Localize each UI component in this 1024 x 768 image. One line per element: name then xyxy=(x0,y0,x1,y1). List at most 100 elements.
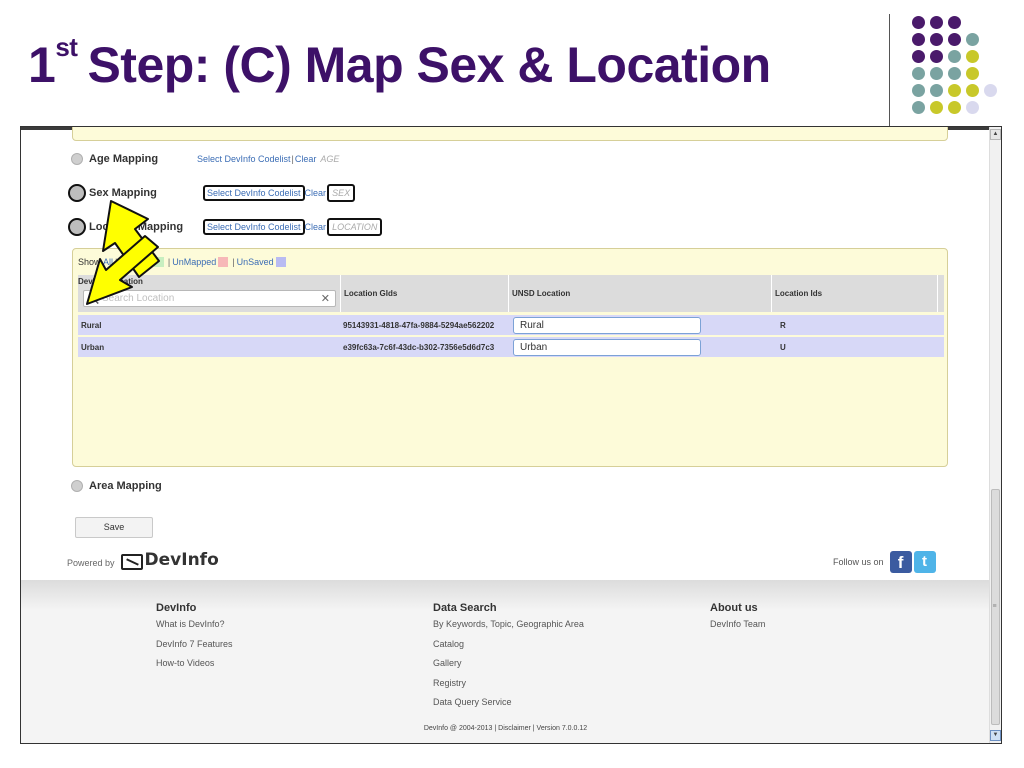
table-row: Urban e39fc63a-7c6f-43dc-b302-7356e5d6d7… xyxy=(78,337,944,357)
sex-clear-link[interactable]: Clear xyxy=(305,188,327,198)
footer-link[interactable]: Catalog xyxy=(433,639,584,659)
save-button[interactable]: Save xyxy=(75,517,153,538)
footer-column-data-search: Data Search By Keywords, Topic, Geograph… xyxy=(433,602,584,717)
browser-window: Age Mapping Select DevInfo Codelist | Cl… xyxy=(20,126,1002,744)
footer-link[interactable]: DevInfo 7 Features xyxy=(156,639,233,659)
filter-unsaved-link[interactable]: UnSaved xyxy=(237,257,274,267)
scroll-up-icon[interactable]: ▲ xyxy=(990,129,1001,140)
column-header-location-ids: Location Ids xyxy=(771,275,939,312)
mapped-swatch xyxy=(153,257,164,267)
twitter-icon[interactable]: t xyxy=(913,551,936,573)
footer-link[interactable]: Data Query Service xyxy=(433,697,584,717)
area-mapping-row: Area Mapping xyxy=(71,477,189,495)
location-code: LOCATION xyxy=(327,218,383,236)
age-clear-link[interactable]: Clear xyxy=(295,154,317,164)
decorative-dot xyxy=(912,101,925,114)
footer-link[interactable]: Registry xyxy=(433,678,584,698)
unmapped-swatch xyxy=(218,257,229,267)
location-mapping-panel: Show All | Mapped | UnMapped | UnSaved D… xyxy=(72,248,948,467)
title-superscript: st xyxy=(55,32,78,62)
decorative-dot xyxy=(966,84,979,97)
copyright-text: DevInfo @ 2004-2013 | Disclaimer | Versi… xyxy=(423,725,588,732)
footer-column-about: About us DevInfo Team xyxy=(710,602,765,639)
column-header-unsd-location: UNSD Location xyxy=(508,275,771,312)
facebook-icon[interactable]: f xyxy=(889,551,912,573)
footer-link[interactable]: By Keywords, Topic, Geographic Area xyxy=(433,619,584,639)
column-header-label: DevInfo Location xyxy=(78,277,143,286)
search-icon: 🔍 xyxy=(88,294,100,304)
footer-link[interactable]: What is DevInfo? xyxy=(156,619,233,639)
filter-unmapped-link[interactable]: UnMapped xyxy=(172,257,216,267)
decorative-dot xyxy=(930,33,943,46)
table-header: DevInfo Location 🔍 Search Location ✕ Loc… xyxy=(78,275,944,312)
sex-code: SEX xyxy=(327,184,356,202)
footer-link[interactable]: DevInfo Team xyxy=(710,619,765,639)
sex-select-codelist-link[interactable]: Select DevInfo Codelist xyxy=(203,185,305,201)
decorative-dot xyxy=(930,67,943,80)
location-mapping-radio[interactable] xyxy=(68,218,86,236)
decorative-dot xyxy=(930,101,943,114)
decorative-dot xyxy=(948,16,961,29)
search-placeholder: Search Location xyxy=(102,293,175,304)
devinfo-logo[interactable]: DevInfo xyxy=(145,550,219,570)
decorative-dot xyxy=(948,67,961,80)
powered-by-text: Powered by xyxy=(67,558,115,568)
table-row: Rural 95143931-4818-47fa-9884-5294ae5622… xyxy=(78,315,944,335)
vertical-scrollbar[interactable]: ▲ ≡ ▼ xyxy=(989,127,1001,743)
unsd-location-input[interactable]: Urban xyxy=(513,339,701,356)
age-mapping-label: Age Mapping xyxy=(89,153,159,165)
decorative-dot xyxy=(930,84,943,97)
previous-panel-edge xyxy=(72,127,948,141)
powered-by: Powered by DevInfo xyxy=(67,550,219,570)
age-mapping-radio[interactable] xyxy=(71,153,83,165)
footer-link[interactable]: How-to Videos xyxy=(156,658,233,678)
site-footer: DevInfo What is DevInfo? DevInfo 7 Featu… xyxy=(21,580,990,743)
filter-all-link[interactable]: All xyxy=(103,257,113,267)
slide-title: 1st Step: (C) Map Sex & Location xyxy=(28,32,771,94)
separator: | xyxy=(115,257,118,267)
sex-mapping-row: Sex Mapping Select DevInfo Codelist Clea… xyxy=(68,184,356,202)
decorative-dot xyxy=(948,101,961,114)
decorative-dot xyxy=(912,67,925,80)
title-divider xyxy=(889,14,890,126)
decorative-dot xyxy=(966,67,979,80)
decorative-dot xyxy=(984,84,997,97)
unsd-location-input[interactable]: Rural xyxy=(513,317,701,334)
separator: | xyxy=(167,257,171,267)
decorative-dot xyxy=(930,50,943,63)
scroll-down-icon[interactable]: ▼ xyxy=(990,730,1001,741)
devinfo-location-cell: Rural xyxy=(81,321,102,330)
area-mapping-label: Area Mapping xyxy=(89,480,162,492)
footer-heading: DevInfo xyxy=(156,602,197,614)
location-mapping-row: Location Mapping Select DevInfo Codelist… xyxy=(68,218,383,236)
search-location-input[interactable]: 🔍 Search Location ✕ xyxy=(83,290,336,307)
sex-mapping-label: Sex Mapping xyxy=(89,187,157,199)
decorative-dot xyxy=(948,50,961,63)
sex-mapping-radio[interactable] xyxy=(68,184,86,202)
title-number: 1 xyxy=(28,37,56,93)
location-id-cell: U xyxy=(780,343,786,352)
location-select-codelist-link[interactable]: Select DevInfo Codelist xyxy=(203,219,305,235)
decorative-dot xyxy=(948,33,961,46)
location-gid-cell: e39fc63a-7c6f-43dc-b302-7356e5d6d7c3 xyxy=(343,343,495,352)
footer-link[interactable]: Gallery xyxy=(433,658,584,678)
decorative-dot xyxy=(966,101,979,114)
clear-search-icon[interactable]: ✕ xyxy=(321,292,330,305)
decorative-dot xyxy=(912,16,925,29)
area-mapping-radio[interactable] xyxy=(71,480,83,492)
filter-mapped-link[interactable]: Mapped xyxy=(119,257,152,267)
footer-heading: About us xyxy=(710,602,758,614)
decorative-dot xyxy=(930,16,943,29)
filter-legend: Show All | Mapped | UnMapped | UnSaved xyxy=(78,257,288,267)
location-clear-link[interactable]: Clear xyxy=(305,222,327,232)
decorative-dot xyxy=(966,50,979,63)
devinfo-logo-icon xyxy=(120,554,143,570)
column-header-location-gids: Location GIds xyxy=(340,275,508,312)
devinfo-location-cell: Urban xyxy=(81,343,105,352)
location-mapping-label: Location Mapping xyxy=(89,221,184,233)
separator: | xyxy=(232,257,235,267)
location-gid-cell: 95143931-4818-47fa-9884-5294ae562202 xyxy=(343,321,495,330)
follow-us-text: Follow us on xyxy=(833,557,884,567)
legend-show-label: Show xyxy=(78,257,101,267)
age-select-codelist-link[interactable]: Select DevInfo Codelist xyxy=(197,154,291,164)
